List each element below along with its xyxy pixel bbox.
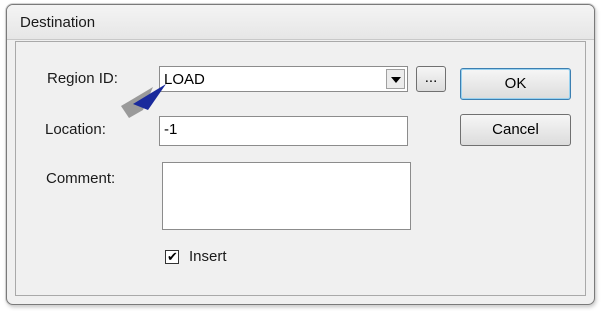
blue-pointer-arrow-icon	[121, 84, 166, 118]
checkmark-icon: ✔	[167, 249, 178, 264]
browse-button[interactable]: ...	[416, 66, 446, 92]
location-label: Location:	[45, 121, 106, 138]
comment-field[interactable]	[162, 162, 411, 230]
region-id-value: LOAD	[164, 71, 205, 88]
cancel-button[interactable]: Cancel	[460, 114, 571, 146]
comment-label: Comment:	[46, 170, 116, 187]
chevron-down-icon[interactable]	[386, 69, 405, 89]
destination-dialog: Destination	[6, 4, 595, 305]
region-id-label: Region ID:	[47, 70, 118, 87]
insert-label: Insert	[189, 248, 227, 265]
region-id-combobox[interactable]: LOAD	[159, 66, 408, 92]
ok-button[interactable]: OK	[460, 68, 571, 100]
insert-checkbox[interactable]: ✔	[165, 249, 179, 264]
title-bar: Destination	[7, 5, 594, 40]
location-field[interactable]: -1	[159, 116, 408, 146]
dialog-title: Destination	[20, 14, 96, 31]
